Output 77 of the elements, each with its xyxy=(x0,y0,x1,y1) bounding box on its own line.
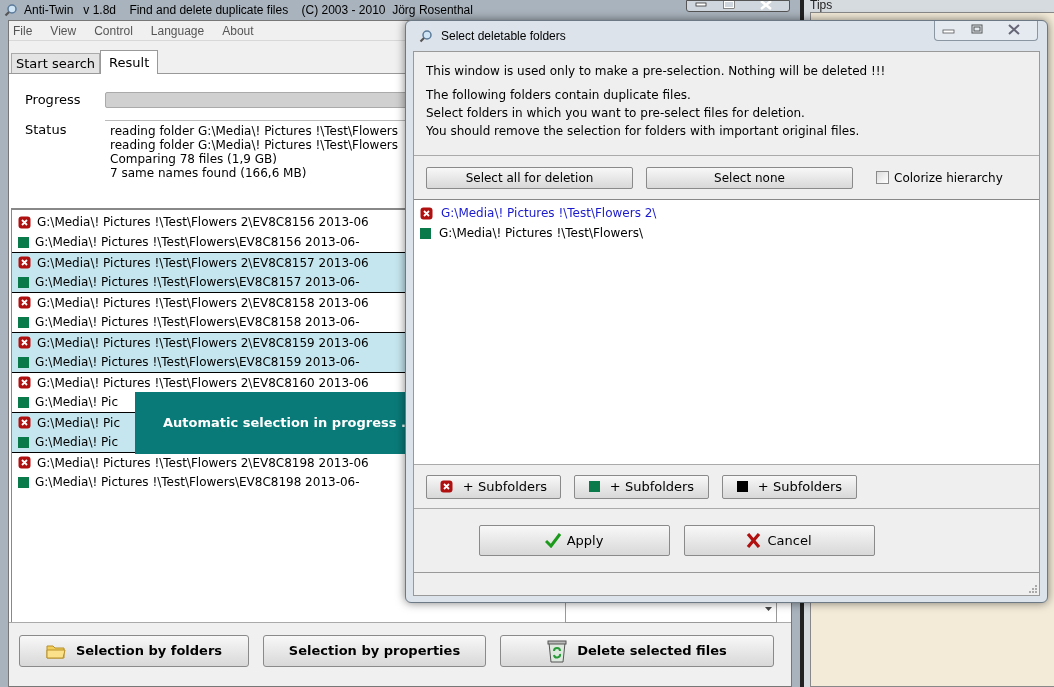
delete-mark-icon xyxy=(18,336,31,349)
cross-icon xyxy=(746,533,762,548)
window-title: Anti-Twin v 1.8d Find and delete duplicate files (C) 2003 - 2010 Jörg Rosenthal xyxy=(24,2,473,19)
notice-text: This window is used only to make a pre-selection. Nothing will be deleted !!! xyxy=(426,63,887,80)
file-path: G:\Media\! Pictures !\Test\Flowers\EV8C8157 2013-06- xyxy=(35,274,360,291)
field-label: Status xyxy=(25,121,68,139)
caret-icon xyxy=(765,607,772,611)
action-button[interactable]: Delete selected files xyxy=(500,634,774,667)
magnifier-icon xyxy=(4,3,18,17)
info-text: The following folders contain duplicate files. xyxy=(426,87,692,104)
checkmark-icon xyxy=(544,533,561,548)
file-path: G:\Media\! Pictures !\Test\Flowers\EV8C8159 2013-06- xyxy=(35,354,360,371)
file-path: G:\Media\! Pictures !\Test\Flowers 2\EV8C8157 2013-06 xyxy=(37,254,369,272)
checkbox[interactable] xyxy=(876,171,889,184)
info-text: Select folders in which you want to pre-select files for deletion. xyxy=(426,105,806,122)
checkbox-label[interactable]: Colorize hierarchy xyxy=(894,168,1003,187)
subfolder-button[interactable]: + Subfolders xyxy=(426,474,561,499)
file-path: G:\Media\! Pictures !\Test\Flowers\EV8C8158 2013-06- xyxy=(35,314,360,331)
file-path: G:\Media\! Pictures !\Test\Flowers\EV8C8156 2013-06- xyxy=(35,234,360,251)
file-path: G:\Media\! Pic xyxy=(35,434,118,451)
status-line: Comparing 78 files (1,9 GB) xyxy=(110,152,278,166)
keep-mark-icon xyxy=(18,356,29,368)
status-line: 7 same names found (166,6 MB) xyxy=(110,166,308,180)
keep-mark-icon xyxy=(420,227,431,239)
folder-item[interactable]: G:\Media\! Pictures !\Test\Flowers\ xyxy=(420,223,643,243)
delete-mark-icon xyxy=(18,416,31,429)
result-row[interactable]: G:\Media\! Pictures !\Test\Flowers 2\EV8C8160 2013-06 xyxy=(12,372,406,392)
action-button[interactable]: Selection by folders xyxy=(19,634,249,667)
file-path: G:\Media\! Pictures !\Test\Flowers 2\EV8C8198 2013-06 xyxy=(37,454,369,472)
file-path: G:\Media\! Pictures !\Test\Flowers 2\EV8C8160 2013-06 xyxy=(37,374,369,392)
select-button[interactable]: Select none xyxy=(646,166,853,189)
status-line: reading folder G:\Media\! Pictures !\Test\Flowers xyxy=(110,138,399,152)
window-title: Select deletable folders xyxy=(441,28,566,45)
folder-icon xyxy=(45,642,66,659)
field-label: Progress xyxy=(25,91,82,110)
result-row[interactable]: G:\Media\! Pictures !\Test\Flowers 2\EV8C8158 2013-06 xyxy=(12,292,406,312)
keep-mark-icon xyxy=(18,436,29,448)
keep-mark-icon xyxy=(18,476,29,488)
select-button[interactable]: Select all for deletion xyxy=(426,166,633,189)
recycle-bin-icon xyxy=(547,638,568,663)
menu-item[interactable]: About xyxy=(222,21,254,40)
delete-mark-icon xyxy=(18,376,31,389)
result-row[interactable]: G:\Media\! Pictures !\Test\Flowers 2\EV8C8157 2013-06 xyxy=(12,252,406,272)
subfolder-button[interactable]: + Subfolders xyxy=(574,474,709,499)
result-row[interactable]: G:\Media\! Pictures !\Test\Flowers\EV8C8159 2013-06- xyxy=(12,352,406,372)
action-button[interactable]: Selection by properties xyxy=(263,634,486,667)
menu-item[interactable]: Language xyxy=(150,21,205,40)
tab[interactable]: Start search xyxy=(11,53,101,73)
file-path: G:\Media\! Pictures !\Test\Flowers 2\EV8C8156 2013-06 xyxy=(37,214,369,231)
keep-mark-icon xyxy=(18,316,29,328)
info-text: You should remove the selection for folders with important original files. xyxy=(426,123,861,140)
keep-mark-icon xyxy=(18,236,29,248)
result-row[interactable]: G:\Media\! Pictures !\Test\Flowers 2\EV8C8159 2013-06 xyxy=(12,332,406,352)
apply-button[interactable]: Apply xyxy=(478,525,670,556)
cancel-button[interactable]: Cancel xyxy=(683,525,875,556)
file-path: G:\Media\! Pictures !\Test\Flowers 2\EV8C8159 2013-06 xyxy=(37,334,369,352)
delete-mark-icon xyxy=(18,215,31,229)
file-path: G:\Media\! Pictures !\Test\Flowers\EV8C8198 2013-06- xyxy=(35,474,360,491)
resize-grip-icon[interactable] xyxy=(1029,585,1037,593)
delete-mark-icon xyxy=(18,456,31,469)
file-path: G:\Media\! Pic xyxy=(37,414,120,432)
delete-mark-icon xyxy=(18,296,31,309)
menu-item[interactable]: Control xyxy=(94,21,133,40)
delete-mark-icon xyxy=(420,206,433,220)
tab[interactable]: Result xyxy=(100,50,159,74)
keep-mark-icon xyxy=(18,396,29,408)
file-path: G:\Media\! Pic xyxy=(35,394,118,411)
keep-mark-icon xyxy=(18,276,29,288)
subfolder-button[interactable]: + Subfolders xyxy=(722,474,857,499)
magnifier-icon xyxy=(419,29,433,43)
result-row[interactable]: G:\Media\! Pictures !\Test\Flowers\EV8C8157 2013-06- xyxy=(12,272,406,292)
menu-item[interactable]: File xyxy=(13,21,33,40)
delete-mark-icon xyxy=(18,256,31,269)
window-title: Tips xyxy=(810,0,833,14)
folder-item[interactable]: G:\Media\! Pictures !\Test\Flowers 2\ xyxy=(420,203,657,223)
file-path: G:\Media\! Pictures !\Test\Flowers 2\EV8C8158 2013-06 xyxy=(37,294,369,312)
menu-item[interactable]: View xyxy=(50,21,77,40)
